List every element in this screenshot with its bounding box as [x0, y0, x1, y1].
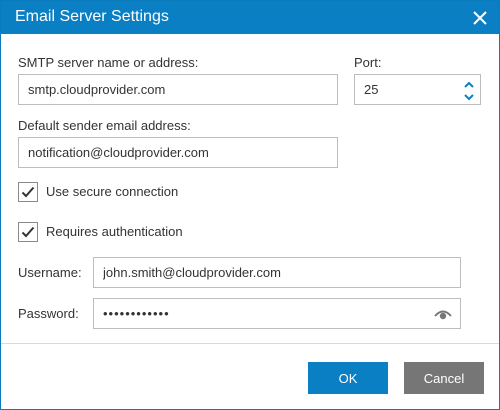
username-label: Username:	[18, 265, 82, 280]
requires-authentication-label: Requires authentication	[46, 224, 183, 239]
secure-connection-label: Use secure connection	[46, 184, 179, 199]
sender-email-label: Default sender email address:	[18, 118, 191, 133]
secure-connection-option[interactable]: Use secure connection	[18, 182, 218, 202]
password-label: Password:	[18, 306, 79, 321]
show-password-button[interactable]	[434, 307, 452, 321]
smtp-server-input[interactable]	[19, 75, 337, 104]
port-spinner	[462, 78, 476, 102]
port-input[interactable]	[355, 75, 455, 104]
close-button[interactable]	[465, 3, 495, 33]
checkmark-icon	[21, 186, 35, 198]
username-field[interactable]	[93, 257, 461, 288]
password-field[interactable]	[93, 298, 461, 329]
sender-email-input[interactable]	[19, 138, 337, 167]
port-label: Port:	[354, 55, 382, 70]
chevron-up-icon	[464, 81, 474, 88]
dialog-title: Email Server Settings	[15, 8, 169, 25]
sender-email-field[interactable]	[18, 137, 338, 168]
requires-authentication-checkbox[interactable]	[18, 222, 38, 242]
eye-icon	[434, 310, 452, 320]
secure-connection-checkbox[interactable]	[18, 182, 38, 202]
requires-authentication-option[interactable]: Requires authentication	[18, 222, 218, 242]
chevron-down-icon	[464, 94, 474, 101]
smtp-server-field[interactable]	[18, 74, 338, 105]
ok-button[interactable]: OK	[308, 362, 388, 394]
port-decrement-button[interactable]	[462, 91, 476, 102]
password-input[interactable]	[94, 299, 424, 328]
dialog-titlebar: Email Server Settings	[1, 1, 499, 34]
footer-divider	[1, 343, 499, 344]
checkmark-icon	[21, 226, 35, 238]
port-stepper[interactable]	[354, 74, 481, 105]
port-increment-button[interactable]	[462, 78, 476, 89]
username-input[interactable]	[94, 258, 460, 287]
smtp-server-label: SMTP server name or address:	[18, 55, 199, 70]
close-icon	[473, 11, 487, 25]
cancel-button[interactable]: Cancel	[404, 362, 484, 394]
email-server-settings-dialog: Email Server Settings SMTP server name o…	[0, 0, 500, 410]
